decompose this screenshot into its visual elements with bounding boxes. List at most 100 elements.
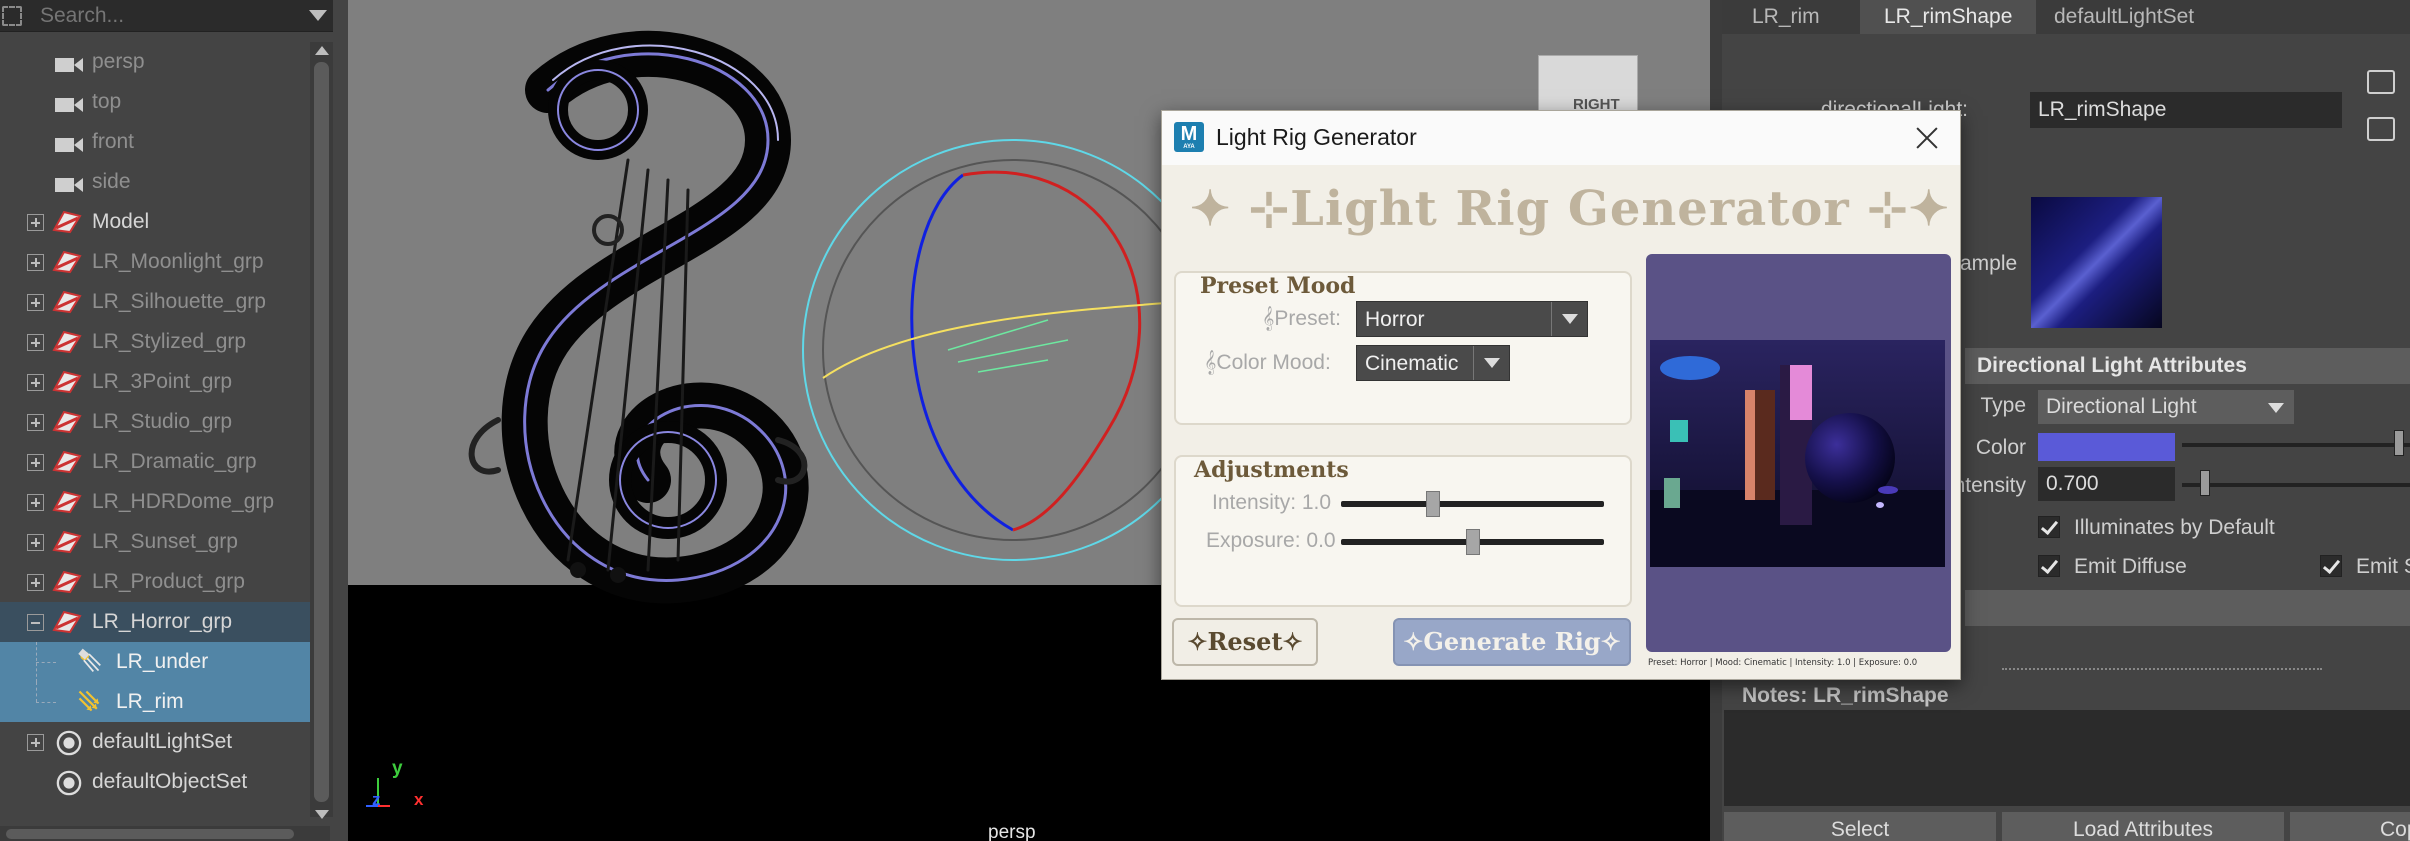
generate-rig-button[interactable]: ✧Generate Rig✧	[1393, 618, 1631, 666]
intensity-slider-track[interactable]	[1341, 501, 1604, 507]
outliner-item-lr-moonlight-grp[interactable]: LR_Moonlight_grp	[0, 242, 310, 282]
collapsed-section-header[interactable]	[1965, 590, 2410, 626]
outliner-search-bar	[0, 0, 333, 32]
expand-icon[interactable]	[27, 294, 44, 311]
outliner-item-label: LR_Studio_grp	[92, 410, 233, 433]
expand-icon[interactable]	[27, 374, 44, 391]
expand-icon[interactable]	[27, 334, 44, 351]
outliner-item-default-light-set[interactable]: defaultLightSet	[0, 722, 310, 762]
tab-default-light-set[interactable]: defaultLightSet	[2030, 0, 2218, 34]
viewport-camera-label: persp	[988, 822, 1036, 841]
outliner-item-lr-hdrdome-grp[interactable]: LR_HDRDome_grp	[0, 482, 310, 522]
light-sample-swatch	[2031, 197, 2162, 328]
transform-group-icon	[52, 370, 82, 394]
intensity-label: Intensity: 1.0	[1212, 491, 1332, 514]
emit-diffuse-checkbox[interactable]	[2038, 555, 2060, 577]
outliner-item-top[interactable]: top	[0, 82, 310, 122]
transform-group-icon	[52, 530, 82, 554]
collapse-icon[interactable]	[27, 614, 44, 631]
select-button[interactable]: Select	[1724, 812, 1996, 841]
outliner-vertical-scrollbar[interactable]	[310, 42, 333, 819]
notes-label: Notes: LR_rimShape	[1742, 684, 1949, 707]
intensity-field[interactable]: 0.700	[2038, 467, 2175, 501]
outliner-item-lr-horror-grp[interactable]: LR_Horror_grp	[0, 602, 310, 642]
tree-connector	[36, 682, 37, 702]
load-attributes-button[interactable]: Load Attributes	[2002, 812, 2284, 841]
outliner-search-input[interactable]	[40, 2, 300, 30]
outliner-item-lr-stylized-grp[interactable]: LR_Stylized_grp	[0, 322, 310, 362]
preset-label: 𝄞Preset:	[1262, 307, 1341, 330]
outliner-item-front[interactable]: front	[0, 122, 310, 162]
outliner-item-lr-dramatic-grp[interactable]: LR_Dramatic_grp	[0, 442, 310, 482]
camera-icon	[55, 98, 83, 112]
light-gizmo	[802, 139, 1224, 561]
outliner-item-lr-rim[interactable]: LR_rim	[0, 682, 310, 722]
outliner-item-side[interactable]: side	[0, 162, 310, 202]
color-swatch[interactable]	[2038, 433, 2175, 461]
light-type-dropdown[interactable]: Directional Light	[2038, 390, 2294, 424]
intensity-slider-track[interactable]	[2182, 483, 2410, 487]
axis-y-label: y	[392, 758, 403, 779]
outliner-item-model[interactable]: Model	[0, 202, 310, 242]
maya-app-icon: M AYA	[1174, 122, 1204, 152]
notes-textarea[interactable]	[1724, 710, 2410, 806]
color-mood-label: 𝄞Color Mood:	[1204, 351, 1331, 374]
outliner-item-label: LR_Horror_grp	[92, 610, 233, 633]
expand-icon[interactable]	[27, 454, 44, 471]
expand-icon[interactable]	[27, 574, 44, 591]
outliner-item-lr-silhouette-grp[interactable]: LR_Silhouette_grp	[0, 282, 310, 322]
scroll-down-arrow-icon[interactable]	[315, 810, 329, 819]
preset-dropdown[interactable]: Horror	[1356, 301, 1588, 337]
tab-lr-rim[interactable]: LR_rim	[1728, 0, 1844, 34]
emit-specular-checkbox[interactable]	[2320, 555, 2342, 577]
search-options-dropdown-icon[interactable]	[309, 10, 327, 21]
expand-icon[interactable]	[27, 414, 44, 431]
outliner-item-label: LR_Moonlight_grp	[92, 250, 264, 273]
outliner-item-lr-under[interactable]: LR_under	[0, 642, 310, 682]
scrollbar-thumb[interactable]	[6, 829, 294, 839]
adjustments-group: Adjustments Intensity: 1.0 Exposure: 0.0	[1174, 455, 1632, 607]
intensity-slider-thumb[interactable]	[1426, 491, 1441, 517]
intensity-slider-thumb[interactable]	[2200, 470, 2210, 496]
expand-icon[interactable]	[27, 214, 44, 231]
outliner-item-label: LR_under	[116, 650, 209, 673]
emit-specular-label: Emit Specular	[2356, 555, 2410, 578]
illuminates-by-default-checkbox[interactable]	[2038, 516, 2060, 538]
focus-icon[interactable]	[2367, 70, 2395, 94]
app-icon-sub: AYA	[1183, 144, 1195, 150]
node-name-field[interactable]: LR_rimShape	[2030, 92, 2342, 128]
scrollbar-thumb[interactable]	[314, 62, 329, 802]
spotlight-icon	[78, 648, 101, 672]
outliner-item-persp[interactable]: persp	[0, 42, 310, 82]
light-rig-generator-dialog: M AYA Light Rig Generator ✦ ⊹Light Rig G…	[1161, 110, 1961, 680]
expand-icon[interactable]	[27, 734, 44, 751]
color-slider-thumb[interactable]	[2394, 430, 2404, 456]
reset-button[interactable]: ✧Reset✧	[1172, 618, 1318, 666]
expand-icon[interactable]	[27, 534, 44, 551]
outliner-item-default-object-set[interactable]: defaultObjectSet	[0, 762, 310, 802]
color-slider-track[interactable]	[2182, 443, 2410, 447]
dialog-titlebar[interactable]: M AYA Light Rig Generator	[1162, 111, 1960, 165]
expand-icon[interactable]	[27, 254, 44, 271]
exposure-slider-thumb[interactable]	[1465, 529, 1480, 555]
attribute-editor-tabs: LR_rim LR_rimShape defaultLightSet	[1722, 0, 2410, 34]
expand-icon[interactable]	[27, 494, 44, 511]
transform-group-icon	[52, 570, 82, 594]
transform-group-icon	[52, 250, 82, 274]
close-icon[interactable]	[1910, 121, 1944, 155]
tab-lr-rimshape[interactable]: LR_rimShape	[1860, 0, 2037, 34]
outliner-item-lr-studio-grp[interactable]: LR_Studio_grp	[0, 402, 310, 442]
outliner-menu-icon[interactable]	[2, 6, 22, 26]
copy-tab-button[interactable]: Copy Tab	[2290, 812, 2410, 841]
color-mood-dropdown[interactable]: Cinematic	[1356, 345, 1510, 381]
scroll-up-arrow-icon[interactable]	[315, 46, 329, 55]
outliner-item-label: side	[92, 170, 131, 193]
axis-gizmo-lines	[366, 778, 390, 807]
outliner-item-lr-product-grp[interactable]: LR_Product_grp	[0, 562, 310, 602]
outliner-horizontal-scrollbar[interactable]	[0, 826, 330, 841]
presets-icon[interactable]	[2367, 117, 2395, 141]
outliner-item-lr-sunset-grp[interactable]: LR_Sunset_grp	[0, 522, 310, 562]
section-header-attributes[interactable]: Directional Light Attributes	[1965, 348, 2410, 384]
outliner-item-lr-3point-grp[interactable]: LR_3Point_grp	[0, 362, 310, 402]
camera-icon	[55, 58, 83, 72]
